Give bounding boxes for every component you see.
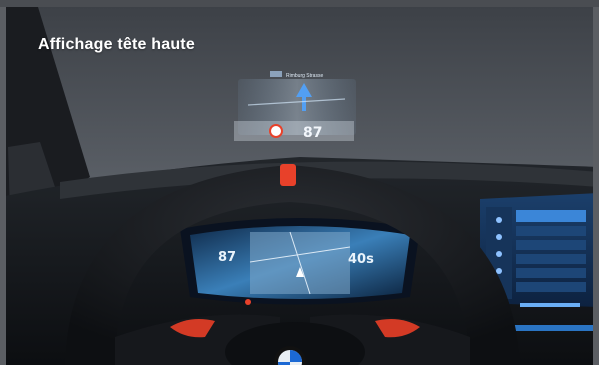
page-title: Affichage tête haute [38, 36, 195, 53]
car-interior-photo: Rimburg Strasse 87 87 40s [0, 7, 599, 365]
music-icon [496, 234, 502, 240]
cluster-speed: 87 [218, 250, 236, 265]
hud-speed: 87 [303, 125, 322, 141]
wheel-red-marker [280, 164, 296, 186]
head-up-display: Rimburg Strasse 87 [234, 71, 356, 141]
speed-limit-sign-icon [269, 124, 283, 138]
phone-icon [496, 251, 502, 257]
instrument-cluster: 87 40s [180, 218, 420, 305]
top-bar [0, 0, 599, 7]
hud-street: Rimburg Strasse [286, 73, 323, 79]
photo-frame: Rimburg Strasse 87 87 40s Affichage tête… [0, 0, 599, 365]
car-icon [496, 268, 502, 274]
cluster-right-value: 40s [348, 252, 374, 267]
navigation-icon [496, 217, 502, 223]
